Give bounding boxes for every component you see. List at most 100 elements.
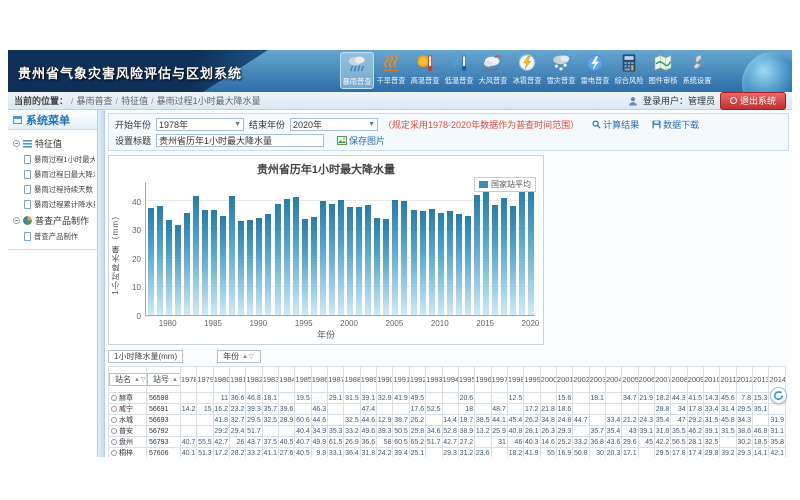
breadcrumb-item[interactable]: 暴雨过程1小时最大降水量 bbox=[157, 96, 261, 106]
subheader-bar: 当前的位置： /暴雨普查/特征值/暴雨过程1小时最大降水量 登录用户：管理员 退… bbox=[8, 92, 792, 110]
value-cell: 41.8 bbox=[213, 415, 229, 426]
value-cell: 25.8 bbox=[409, 426, 425, 437]
value-cell bbox=[197, 393, 213, 404]
toolbar-item-rainstorm[interactable]: 暴雨普查 bbox=[340, 52, 374, 89]
toolbar-item-wind[interactable]: 大风普查 bbox=[476, 52, 510, 89]
row-radio[interactable] bbox=[111, 417, 117, 423]
panel-splitter[interactable] bbox=[98, 110, 105, 457]
toolbar-item-snow[interactable]: 雪灾普查 bbox=[544, 52, 578, 89]
station-id-sort-chip[interactable]: 站号▲▽ bbox=[147, 373, 181, 386]
toolbar-item-label: 综合风险 bbox=[614, 76, 645, 86]
value-cell: 25.2 bbox=[556, 437, 572, 448]
save-image-button[interactable]: 保存图片 bbox=[337, 134, 385, 147]
station-id-cell: 56793 bbox=[147, 437, 181, 448]
year-column-header: 2001 bbox=[556, 367, 572, 393]
chart-title: 贵州省历年1小时最大降水量 bbox=[109, 161, 543, 177]
toolbar-item-low-temp[interactable]: 低温普查 bbox=[442, 52, 476, 89]
calc-result-button[interactable]: 计算结果 bbox=[592, 118, 639, 131]
tree-group[interactable]: 普查产品制作 bbox=[10, 212, 95, 229]
value-cell: 56.5 bbox=[671, 437, 687, 448]
value-cell: 31.4 bbox=[720, 404, 736, 415]
value-cell: 43 bbox=[622, 426, 638, 437]
toolbar-item-map-review[interactable]: 图件审核 bbox=[646, 52, 680, 89]
logout-button[interactable]: 退出系统 bbox=[720, 92, 786, 110]
value-cell: 38.9 bbox=[458, 426, 474, 437]
data-download-button[interactable]: 数据下载 bbox=[652, 118, 699, 131]
value-cell bbox=[638, 448, 654, 458]
tree-item-label: 普查产品制作 bbox=[34, 231, 78, 241]
toolbar-item-lightning[interactable]: 雷电普查 bbox=[578, 52, 612, 89]
collapse-icon[interactable] bbox=[13, 140, 20, 147]
bar bbox=[256, 218, 262, 316]
tree-item[interactable]: 普查产品制作 bbox=[10, 229, 95, 244]
value-cell: 36.4 bbox=[344, 448, 360, 458]
start-year-select[interactable]: 1978年▼ bbox=[156, 118, 244, 131]
bar bbox=[338, 200, 344, 315]
y-tick-label: 40 bbox=[117, 198, 141, 207]
row-radio[interactable] bbox=[111, 450, 117, 456]
breadcrumb-item[interactable]: 暴雨普查 bbox=[77, 96, 113, 106]
year-sort-chip[interactable]: 年份 ▲▽ bbox=[217, 350, 261, 363]
row-radio[interactable] bbox=[111, 406, 117, 412]
bar bbox=[184, 213, 190, 315]
value-cell: 38.7 bbox=[393, 415, 409, 426]
breadcrumb-item[interactable]: 特征值 bbox=[121, 96, 148, 106]
measure-chip[interactable]: 1小时降水量(mm) bbox=[108, 350, 183, 363]
y-tick-label: 20 bbox=[117, 255, 141, 264]
bar bbox=[429, 209, 435, 315]
value-cell bbox=[197, 415, 213, 426]
chevron-down-icon: ▼ bbox=[368, 121, 375, 128]
toolbar-item-hail[interactable]: 冰雹普查 bbox=[510, 52, 544, 89]
value-cell: 31 bbox=[491, 437, 507, 448]
value-cell bbox=[540, 393, 556, 404]
table-header-row: 站名▲▽站号▲▽19781979198019811982198319841985… bbox=[109, 367, 786, 393]
toolbar-item-settings[interactable]: 系统设置 bbox=[680, 52, 714, 89]
tree-item[interactable]: 暴雨过程日最大降水量 bbox=[10, 167, 95, 182]
toolbar-item-high-temp[interactable]: 高温普查 bbox=[408, 52, 442, 89]
value-cell: 19.5 bbox=[295, 393, 311, 404]
tree-item[interactable]: 暴雨过程持续天数 bbox=[10, 182, 95, 197]
bar bbox=[438, 213, 444, 315]
tree-item[interactable]: 暴雨过程1小时最大降水量 bbox=[10, 152, 95, 167]
value-cell: 45.6 bbox=[720, 393, 736, 404]
value-cell: 28.9 bbox=[279, 415, 295, 426]
chart-title-input[interactable] bbox=[156, 134, 324, 147]
station-name-sort-chip[interactable]: 站名▲▽ bbox=[109, 373, 147, 386]
tree-group-label: 特征值 bbox=[35, 137, 62, 150]
collapse-icon[interactable] bbox=[13, 217, 20, 224]
value-cell: 17.8 bbox=[687, 404, 703, 415]
station-name-cell: 威宁 bbox=[109, 404, 147, 415]
value-cell: 31.8 bbox=[654, 426, 670, 437]
refresh-button[interactable] bbox=[770, 387, 787, 404]
value-cell: 39.3 bbox=[377, 426, 393, 437]
value-cell: 44.3 bbox=[671, 393, 687, 404]
row-radio[interactable] bbox=[111, 439, 117, 445]
toolbar-item-risk[interactable]: 综合风险 bbox=[612, 52, 646, 89]
sidebar-header: 系统菜单 bbox=[8, 110, 97, 130]
high-temp-icon bbox=[408, 53, 442, 75]
table-row: 盘州5679340.755.542.72643.737.540.540.749.… bbox=[109, 437, 786, 448]
menu-window-icon bbox=[13, 116, 22, 124]
row-radio[interactable] bbox=[111, 395, 117, 401]
year-column-header: 2005 bbox=[622, 367, 638, 393]
value-cell: 17.2 bbox=[524, 404, 540, 415]
value-cell: 36.6 bbox=[360, 437, 376, 448]
disk-icon bbox=[652, 120, 661, 129]
value-cell: 28.1 bbox=[687, 437, 703, 448]
toolbar-item-drought[interactable]: 干旱普查 bbox=[374, 52, 408, 89]
app-window: 贵州省气象灾害风险评估与区划系统 暴雨普查干旱普查高温普查低温普查大风普查冰雹普… bbox=[8, 50, 792, 458]
value-cell: 11 bbox=[213, 393, 229, 404]
year-column-header: 1985 bbox=[295, 367, 311, 393]
user-icon bbox=[628, 96, 638, 106]
row-radio[interactable] bbox=[111, 428, 117, 434]
value-cell bbox=[622, 404, 638, 415]
value-cell: 23.2 bbox=[230, 404, 246, 415]
breadcrumb-separator: / bbox=[116, 96, 119, 106]
tree-item[interactable]: 暴雨过程累计降水量 bbox=[10, 197, 95, 212]
station-id-header: 站号▲▽ bbox=[147, 367, 181, 393]
x-tick-label: 2020 bbox=[515, 319, 545, 328]
value-cell: 42.7 bbox=[213, 437, 229, 448]
value-cell: 44.1 bbox=[491, 415, 507, 426]
end-year-select[interactable]: 2020年▼ bbox=[290, 118, 378, 131]
tree-group[interactable]: 特征值 bbox=[10, 135, 95, 152]
